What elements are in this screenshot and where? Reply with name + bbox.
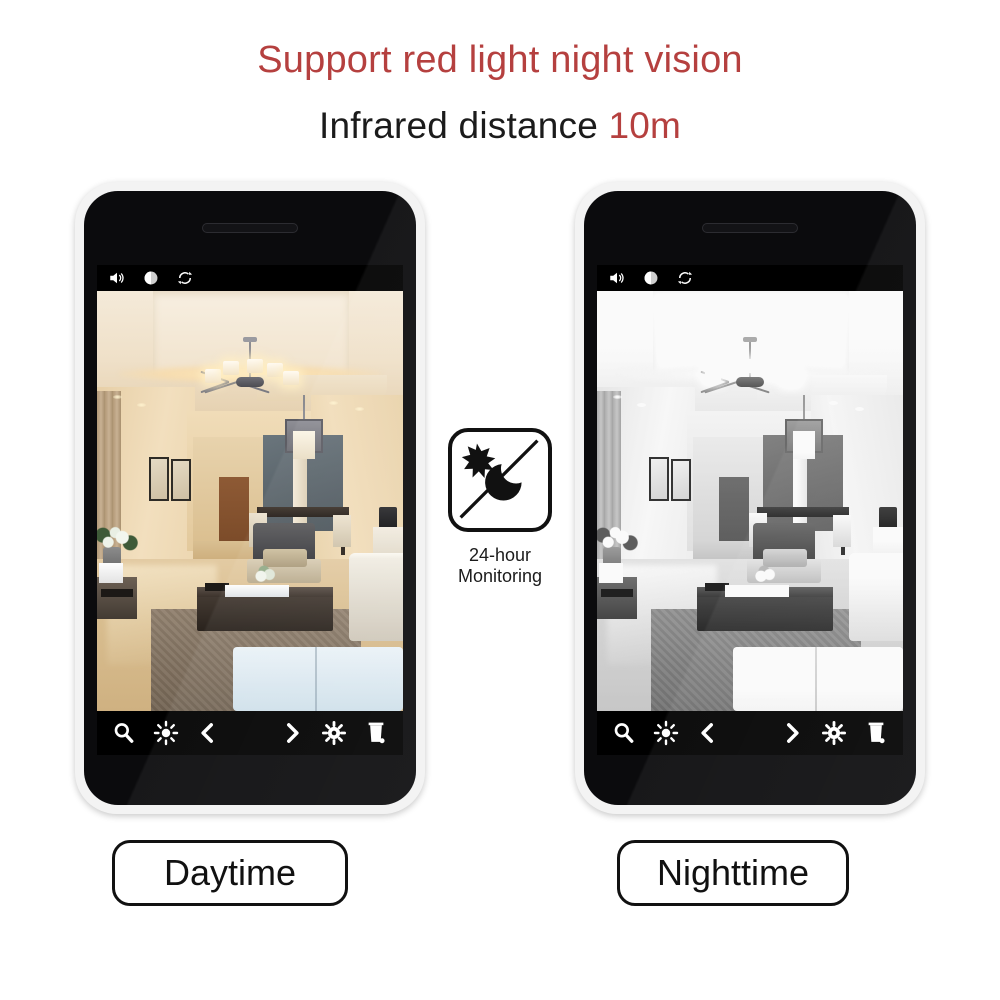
label-nighttime-text: Nighttime [656, 852, 810, 893]
contrast-icon[interactable] [642, 269, 660, 287]
label-daytime-text: Daytime [163, 852, 297, 893]
badge-caption: 24-hour Monitoring [408, 545, 592, 587]
subtitle: Infrared distance 10m [0, 103, 1000, 149]
refresh-icon[interactable] [676, 269, 694, 287]
previous-icon[interactable] [695, 720, 721, 746]
earpiece-speaker-slot [702, 223, 798, 233]
app-top-bar [597, 265, 903, 291]
phone-body [584, 191, 916, 805]
next-icon[interactable] [779, 720, 805, 746]
speaker-icon[interactable] [108, 269, 126, 287]
phone-body [84, 191, 416, 805]
moon-icon [485, 464, 522, 501]
app-screen-nighttime [597, 265, 903, 755]
infrared-distance-value: 10m [608, 105, 682, 146]
brightness-icon[interactable] [153, 720, 179, 746]
app-bottom-toolbar [97, 711, 403, 755]
earpiece-speaker-slot [202, 223, 298, 233]
settings-gear-icon[interactable] [821, 720, 847, 746]
app-bottom-toolbar [597, 711, 903, 755]
24-hour-monitoring-badge [448, 428, 552, 532]
camera-feed-nighttime [597, 291, 903, 711]
subtitle-text: Infrared distance [318, 105, 609, 146]
next-icon[interactable] [279, 720, 305, 746]
page-title: Support red light night vision [257, 39, 743, 81]
phone-daytime [75, 182, 425, 814]
delete-trash-icon[interactable] [363, 720, 389, 746]
search-icon[interactable] [611, 720, 637, 746]
app-screen-daytime [97, 265, 403, 755]
label-nighttime: Nighttime [617, 840, 849, 906]
search-icon[interactable] [111, 720, 137, 746]
brightness-icon[interactable] [653, 720, 679, 746]
contrast-icon[interactable] [142, 269, 160, 287]
speaker-icon[interactable] [608, 269, 626, 287]
badge-caption-line2: Monitoring [457, 566, 543, 586]
settings-gear-icon[interactable] [321, 720, 347, 746]
marketing-banner: Support red light night vision Infrared … [0, 0, 1000, 1000]
delete-trash-icon[interactable] [863, 720, 889, 746]
badge-caption-line1: 24-hour [468, 545, 532, 565]
app-top-bar [97, 265, 403, 291]
label-daytime: Daytime [112, 840, 348, 906]
phone-nighttime [575, 182, 925, 814]
refresh-icon[interactable] [176, 269, 194, 287]
camera-feed-daytime [97, 291, 403, 711]
previous-icon[interactable] [195, 720, 221, 746]
